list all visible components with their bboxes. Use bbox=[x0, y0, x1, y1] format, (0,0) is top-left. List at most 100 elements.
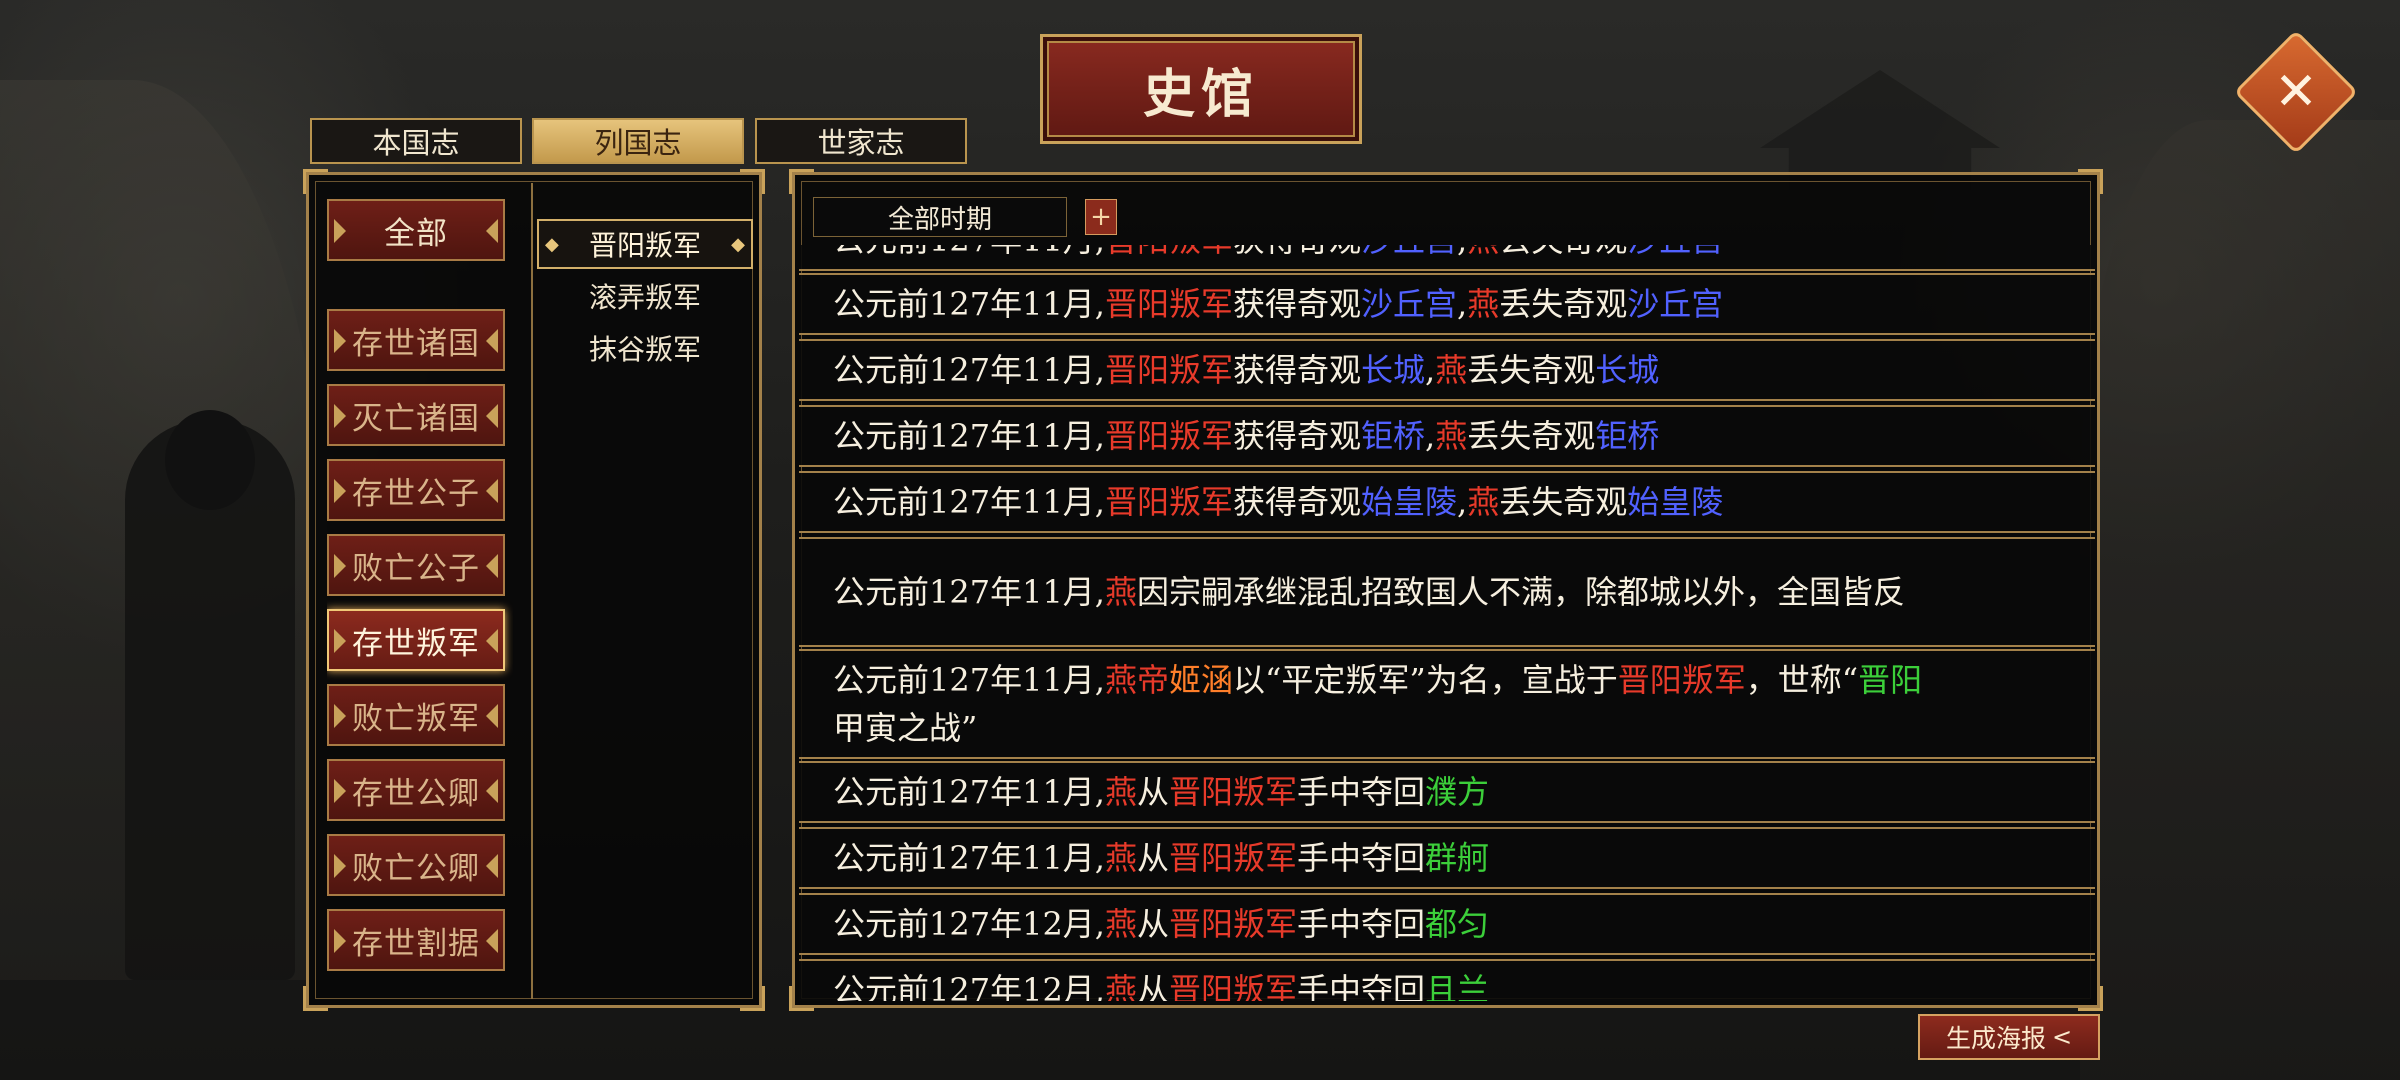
category-surviving-warlords[interactable]: 存世割据 bbox=[327, 909, 505, 971]
log-text-segment: 且兰 bbox=[1425, 971, 1490, 1001]
rebel-item[interactable]: 抹谷叛军 bbox=[537, 323, 753, 373]
log-text-segment: 公元前127年11月, bbox=[833, 417, 1105, 455]
history-log-text: 公元前127年11月,晋阳叛军获得奇观沙丘宫,燕丢失奇观沙丘宫 bbox=[833, 280, 1933, 328]
category-surviving-princes[interactable]: 存世公子 bbox=[327, 459, 505, 521]
log-text-segment: , bbox=[1457, 245, 1467, 259]
log-text-segment: 晋阳 bbox=[1858, 661, 1923, 699]
history-log-row: 公元前127年11月,晋阳叛军获得奇观沙丘宫,燕丢失奇观沙丘宫 bbox=[799, 273, 2095, 335]
history-log-row: 公元前127年11月,燕帝姬涵以“平定叛军”为名，宣战于晋阳叛军，世称“晋阳甲寅… bbox=[799, 649, 2095, 759]
log-text-segment: 钜桥 bbox=[1361, 417, 1426, 455]
log-text-segment: 公元前127年11月, bbox=[833, 573, 1105, 611]
category-surviving-states[interactable]: 存世诸国 bbox=[327, 309, 505, 371]
period-filter-dropdown[interactable]: 全部时期 bbox=[813, 197, 1067, 237]
generate-poster-label: 生成海报 bbox=[1945, 1024, 2046, 1053]
frame-corner bbox=[740, 169, 765, 194]
history-log-row: 公元前127年11月,晋阳叛军获得奇观沙丘宫,燕丢失奇观沙丘宫 bbox=[799, 245, 2095, 271]
log-text-segment: 燕帝 bbox=[1104, 661, 1169, 699]
category-all[interactable]: 全部 bbox=[327, 199, 505, 261]
log-text-segment: 沙丘宫 bbox=[1627, 285, 1724, 323]
log-text-segment: 因宗嗣承继混乱招致国人不满，除都城以外，全国皆反 bbox=[1137, 573, 1906, 611]
category-fallen-states[interactable]: 灭亡诸国 bbox=[327, 384, 505, 446]
log-text-segment: 晋阳叛军 bbox=[1104, 285, 1233, 323]
history-log-list[interactable]: 公元前127年11月,晋阳叛军获得奇观沙丘宫,燕丢失奇观沙丘宫 公元前127年11… bbox=[799, 245, 2095, 1001]
log-text-segment: 都匀 bbox=[1425, 905, 1490, 943]
log-text-segment: , bbox=[1457, 285, 1468, 323]
category-surviving-rebels[interactable]: 存世叛军 bbox=[327, 609, 505, 671]
tab-shijiazhi[interactable]: 世家志 bbox=[755, 118, 967, 164]
log-text-segment: 公元前127年11月, bbox=[833, 661, 1105, 699]
log-text-segment: 从 bbox=[1137, 971, 1170, 1001]
history-log-text: 公元前127年11月,晋阳叛军获得奇观始皇陵,燕丢失奇观始皇陵 bbox=[833, 478, 1933, 526]
log-text-segment: 燕 bbox=[1467, 285, 1500, 323]
category-fallen-ministers[interactable]: 败亡公卿 bbox=[327, 834, 505, 896]
expand-filter-button[interactable]: + bbox=[1085, 199, 1117, 235]
log-text-segment: 从 bbox=[1137, 905, 1170, 943]
category-list[interactable]: 全部 存世诸国 灭亡诸国 存世公子 败亡公子 存世叛军 败亡叛军 存世公卿 败亡… bbox=[327, 199, 513, 999]
history-log-text: 公元前127年11月,燕从晋阳叛军手中夺回濮方 bbox=[833, 768, 1933, 816]
log-text-segment: 燕 bbox=[1104, 971, 1137, 1001]
tab-benguozhi[interactable]: 本国志 bbox=[310, 118, 522, 164]
log-text-segment: 燕 bbox=[1467, 483, 1500, 521]
history-log-row: 公元前127年11月,晋阳叛军获得奇观钜桥,燕丢失奇观钜桥 bbox=[799, 405, 2095, 467]
log-text-segment: 长城 bbox=[1361, 351, 1426, 389]
log-text-segment: 公元前127年11月, bbox=[833, 839, 1105, 877]
category-fallen-princes[interactable]: 败亡公子 bbox=[327, 534, 505, 596]
log-text-segment: 公元前127年11月, bbox=[833, 351, 1105, 389]
generate-poster-button[interactable]: 生成海报 < bbox=[1918, 1014, 2100, 1060]
background-cliff-right bbox=[2080, 120, 2400, 1080]
history-log-row: 公元前127年12月,燕从晋阳叛军手中夺回且兰 bbox=[799, 959, 2095, 1001]
log-text-segment: 公元前127年11月, bbox=[833, 285, 1105, 323]
category-surviving-ministers[interactable]: 存世公卿 bbox=[327, 759, 505, 821]
log-text-segment: 丢失奇观 bbox=[1499, 245, 1627, 259]
log-text-segment: 晋阳叛军 bbox=[1104, 351, 1233, 389]
history-log-row: 公元前127年11月,晋阳叛军获得奇观始皇陵,燕丢失奇观始皇陵 bbox=[799, 471, 2095, 533]
log-text-segment: 沙丘宫 bbox=[1627, 245, 1723, 259]
log-text-segment: , bbox=[1425, 417, 1436, 455]
log-text-segment: 获得奇观 bbox=[1233, 417, 1362, 455]
log-text-segment: 钜桥 bbox=[1595, 417, 1660, 455]
frame-corner bbox=[789, 169, 814, 194]
log-text-segment: 手中夺回 bbox=[1297, 905, 1426, 943]
log-text-segment: 始皇陵 bbox=[1627, 483, 1724, 521]
log-text-segment: 沙丘宫 bbox=[1361, 245, 1457, 259]
history-log-row: 公元前127年11月,燕因宗嗣承继混乱招致国人不满，除都城以外，全国皆反 bbox=[799, 537, 2095, 647]
log-text-segment: 燕 bbox=[1435, 417, 1468, 455]
background-figure-head bbox=[165, 410, 255, 510]
log-text-segment: 公元前127年11月, bbox=[833, 245, 1105, 259]
log-text-segment: 丢失奇观 bbox=[1467, 351, 1596, 389]
log-text-segment: 公元前127年11月, bbox=[833, 773, 1105, 811]
log-text-segment: 濮方 bbox=[1425, 773, 1490, 811]
log-text-segment: 获得奇观 bbox=[1233, 483, 1362, 521]
log-text-segment: 燕 bbox=[1467, 245, 1499, 259]
category-fallen-rebels[interactable]: 败亡叛军 bbox=[327, 684, 505, 746]
log-text-segment: 以“平定叛军”为名，宣战于 bbox=[1233, 661, 1618, 699]
log-text-segment: 公元前127年12月, bbox=[833, 905, 1105, 943]
close-icon: ✕ bbox=[2274, 62, 2318, 122]
log-text-segment: 燕 bbox=[1435, 351, 1468, 389]
log-text-segment: 晋阳叛军 bbox=[1169, 971, 1298, 1001]
log-text-segment: 从 bbox=[1137, 839, 1170, 877]
log-text-segment: 长城 bbox=[1595, 351, 1660, 389]
rebel-item[interactable]: 滚弄叛军 bbox=[537, 271, 753, 321]
log-text-segment: 手中夺回 bbox=[1297, 773, 1426, 811]
log-text-segment: 获得奇观 bbox=[1233, 285, 1362, 323]
log-text-segment: 姬涵 bbox=[1169, 661, 1234, 699]
log-text-segment: 晋阳叛军 bbox=[1169, 905, 1298, 943]
history-log-text: 公元前127年11月,晋阳叛军获得奇观沙丘宫,燕丢失奇观沙丘宫 bbox=[833, 245, 1933, 264]
log-text-segment: 燕 bbox=[1104, 905, 1137, 943]
tab-lieguozhi[interactable]: 列国志 bbox=[532, 118, 744, 164]
rebel-item[interactable]: 晋阳叛军 bbox=[537, 219, 753, 269]
log-text-segment: 手中夺回 bbox=[1297, 839, 1426, 877]
history-log-text: 公元前127年11月,燕从晋阳叛军手中夺回群舸 bbox=[833, 834, 1933, 882]
frame-corner bbox=[740, 986, 765, 1011]
panel-divider bbox=[531, 183, 533, 999]
log-text-segment: 沙丘宫 bbox=[1361, 285, 1458, 323]
history-log-panel: 全部时期 + 公元前127年11月,晋阳叛军获得奇观沙丘宫,燕丢失奇观沙丘宫 公元… bbox=[789, 169, 2103, 1011]
history-log-text: 公元前127年12月,燕从晋阳叛军手中夺回且兰 bbox=[833, 966, 1933, 1001]
page-title-plaque: 史馆 bbox=[1040, 34, 1362, 144]
log-text-segment: , bbox=[1457, 483, 1468, 521]
log-text-segment: 从 bbox=[1137, 773, 1170, 811]
log-text-segment: 晋阳叛军 bbox=[1169, 839, 1298, 877]
log-text-segment: 甲寅之战” bbox=[833, 709, 978, 747]
log-text-segment: ，世称“ bbox=[1745, 661, 1859, 699]
